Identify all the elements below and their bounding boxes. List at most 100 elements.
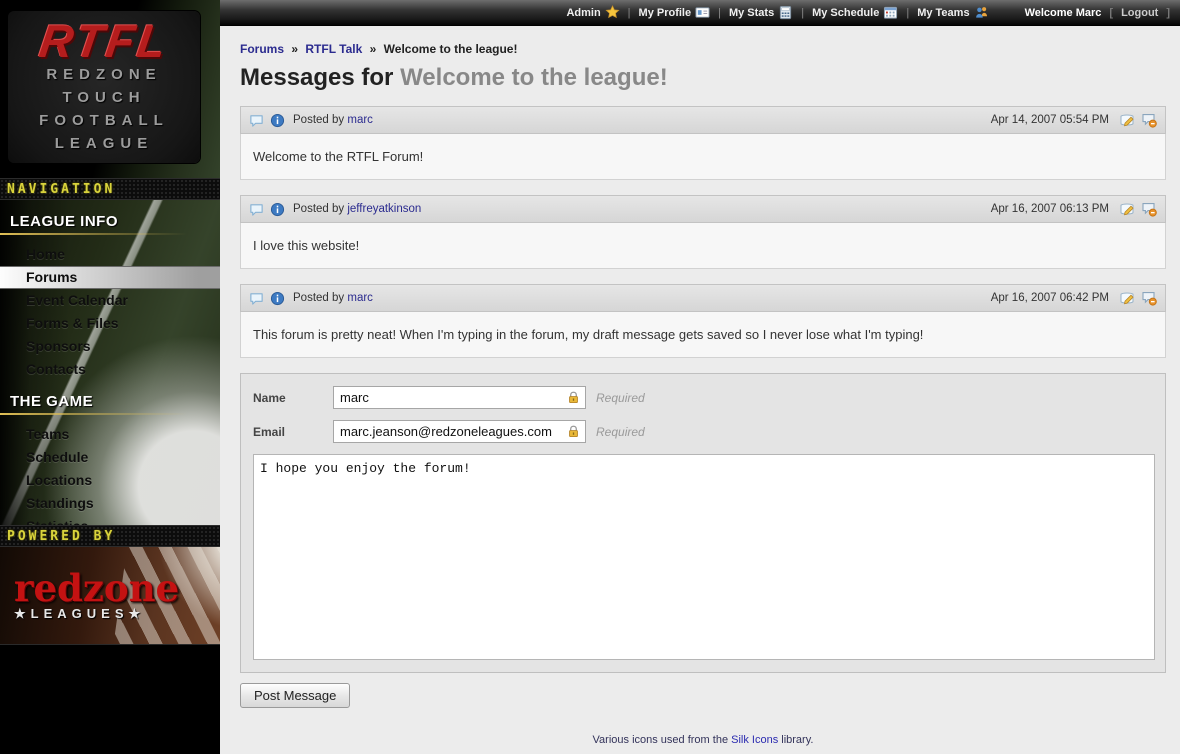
message-date: Apr 16, 2007 06:13 PM [991,203,1109,215]
info-icon[interactable] [270,202,285,217]
edit-message-icon[interactable] [1119,201,1135,217]
breadcrumb-link-rtfl-talk[interactable]: RTFL Talk [305,42,362,56]
sidebar-item-locations[interactable]: Locations [0,469,220,492]
content-area: Forums » RTFL Talk » Welcome to the leag… [220,26,1180,754]
sidebar-item-forums[interactable]: Forums [0,266,220,289]
footer-credit-icons: Various icons used from the Silk Icons l… [240,734,1166,746]
redzone-logo-sub: ★LEAGUES★ [14,606,220,622]
my-profile-label: My Profile [639,7,692,19]
sidebar-item-home[interactable]: Home [0,243,220,266]
info-icon[interactable] [270,113,285,128]
redzone-logo-word: redzone [14,570,220,606]
my-teams-label: My Teams [917,7,969,19]
sidebar-item-schedule[interactable]: Schedule [0,446,220,469]
delete-comment-icon[interactable] [1141,290,1157,306]
silk-icons-link[interactable]: Silk Icons [731,734,778,746]
my-schedule-label: My Schedule [812,7,879,19]
comment-icon [249,113,264,128]
forum-message: Posted by marc Apr 14, 2007 05:54 PM Wel… [240,106,1166,180]
author-link[interactable]: marc [347,292,373,304]
topbar-item-my-teams[interactable]: My Teams [917,5,988,20]
delete-comment-icon[interactable] [1141,201,1157,217]
posted-by: Posted by marc [293,292,373,304]
page-title-prefix: Messages for [240,64,400,91]
email-label: Email [253,425,333,439]
lock-icon [566,424,581,439]
sidebar-item-contacts[interactable]: Contacts [0,358,220,381]
section-title-the-game: THE GAME [0,393,220,410]
author-link[interactable]: marc [347,114,373,126]
topbar-item-my-stats[interactable]: My Stats [729,5,793,20]
message-header: Posted by marc Apr 14, 2007 05:54 PM [240,106,1166,134]
logo-line: LEAGUE [55,132,154,155]
league-logo: RTFL REDZONE TOUCH FOOTBALL LEAGUE [8,11,200,163]
topbar-separator: | [718,7,721,19]
breadcrumb: Forums » RTFL Talk » Welcome to the leag… [240,42,1166,56]
sidebar-item-forms-files[interactable]: Forms & Files [0,312,220,335]
redzone-leagues-logo[interactable]: redzone ★LEAGUES★ [0,547,220,645]
posted-by-label: Posted by [293,114,344,126]
post-message-form: Name Required Email Required I hope you … [240,373,1166,673]
footer-text: library. [778,734,813,746]
calendar-icon [883,5,898,20]
sidebar-item-teams[interactable]: Teams [0,423,220,446]
topbar-separator: | [628,7,631,19]
powered-by-label: POWERED BY [7,529,115,544]
welcome-text: Welcome Marc [1025,7,1102,19]
comment-icon [249,202,264,217]
posted-by: Posted by jeffreyatkinson [293,203,421,215]
bracket: ] [1166,7,1170,19]
topbar: Admin | My Profile | My Stats | My Sched… [220,0,1180,26]
posted-by: Posted by marc [293,114,373,126]
name-row: Name Required [253,386,1155,409]
vcard-icon [695,5,710,20]
breadcrumb-link-forums[interactable]: Forums [240,42,284,56]
edit-message-icon[interactable] [1119,112,1135,128]
author-link[interactable]: jeffreyatkinson [347,203,421,215]
sidebar-filler [0,645,220,754]
name-input[interactable] [333,386,586,409]
admin-label: Admin [566,7,600,19]
topbar-item-my-profile[interactable]: My Profile [639,5,711,20]
message-date: Apr 14, 2007 05:54 PM [991,114,1109,126]
sidebar-item-event-calendar[interactable]: Event Calendar [0,289,220,312]
topbar-separator: | [801,7,804,19]
sidebar-item-sponsors[interactable]: Sponsors [0,335,220,358]
star-icon [605,5,620,20]
calculator-icon [778,5,793,20]
message-textarea[interactable]: I hope you enjoy the forum! [253,454,1155,660]
navigation-header-label: NAVIGATION [7,182,115,197]
logout-link[interactable]: Logout [1121,7,1158,19]
navigation-header-strip: NAVIGATION [0,178,220,200]
topbar-item-admin[interactable]: Admin [566,5,619,20]
delete-comment-icon[interactable] [1141,112,1157,128]
logo-line: FOOTBALL [39,109,169,132]
email-input[interactable] [333,420,586,443]
sidebar-item-standings[interactable]: Standings [0,492,220,515]
powered-by-strip: POWERED BY [0,525,220,547]
message-header: Posted by jeffreyatkinson Apr 16, 2007 0… [240,195,1166,223]
breadcrumb-separator: » [370,42,377,56]
posted-by-label: Posted by [293,292,344,304]
email-input-wrap [333,420,586,443]
league-logo-area: RTFL REDZONE TOUCH FOOTBALL LEAGUE [0,0,220,178]
topbar-item-my-schedule[interactable]: My Schedule [812,5,898,20]
message-header: Posted by marc Apr 16, 2007 06:42 PM [240,284,1166,312]
message-body: This forum is pretty neat! When I'm typi… [240,312,1166,358]
submit-row: Post Message [240,683,1166,708]
topbar-separator: | [906,7,909,19]
breadcrumb-current: Welcome to the league! [384,42,518,56]
sidebar-menu: LEAGUE INFO Home Forums Event Calendar F… [0,200,220,525]
group-icon [974,5,989,20]
logo-acronym: RTFL [37,19,172,63]
footer: Various icons used from the Silk Icons l… [240,734,1166,754]
comment-icon [249,291,264,306]
forum-message: Posted by jeffreyatkinson Apr 16, 2007 0… [240,195,1166,269]
message-body: I love this website! [240,223,1166,269]
edit-message-icon[interactable] [1119,290,1135,306]
my-stats-label: My Stats [729,7,774,19]
message-date: Apr 16, 2007 06:42 PM [991,292,1109,304]
info-icon[interactable] [270,291,285,306]
post-message-button[interactable]: Post Message [240,683,350,708]
name-label: Name [253,391,333,405]
